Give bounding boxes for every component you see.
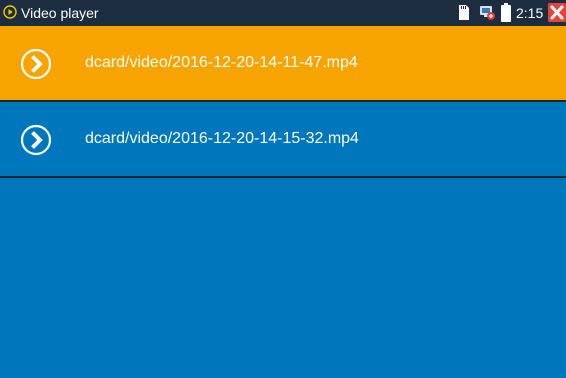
video-player-screen: Video player 2:15 PM dcard/video/2016-12… xyxy=(0,0,566,378)
play-circle-icon xyxy=(3,5,17,19)
app-title: Video player xyxy=(21,5,99,21)
close-icon xyxy=(550,5,564,20)
play-circle-icon xyxy=(20,48,52,80)
video-file-list: dcard/video/2016-12-20-14-11-47.mp4 dcar… xyxy=(0,26,566,178)
file-list-item[interactable]: dcard/video/2016-12-20-14-11-47.mp4 xyxy=(0,26,566,102)
sd-card-icon xyxy=(458,4,470,21)
status-bar: Video player 2:15 PM xyxy=(0,0,566,26)
play-circle-icon xyxy=(20,124,52,156)
close-button[interactable] xyxy=(548,3,566,22)
file-name: dcard/video/2016-12-20-14-15-32.mp4 xyxy=(85,130,359,147)
file-name: dcard/video/2016-12-20-14-11-47.mp4 xyxy=(85,54,358,71)
file-list-item[interactable]: dcard/video/2016-12-20-14-15-32.mp4 xyxy=(0,102,566,178)
usb-connection-icon xyxy=(479,4,496,21)
battery-icon xyxy=(501,3,511,22)
